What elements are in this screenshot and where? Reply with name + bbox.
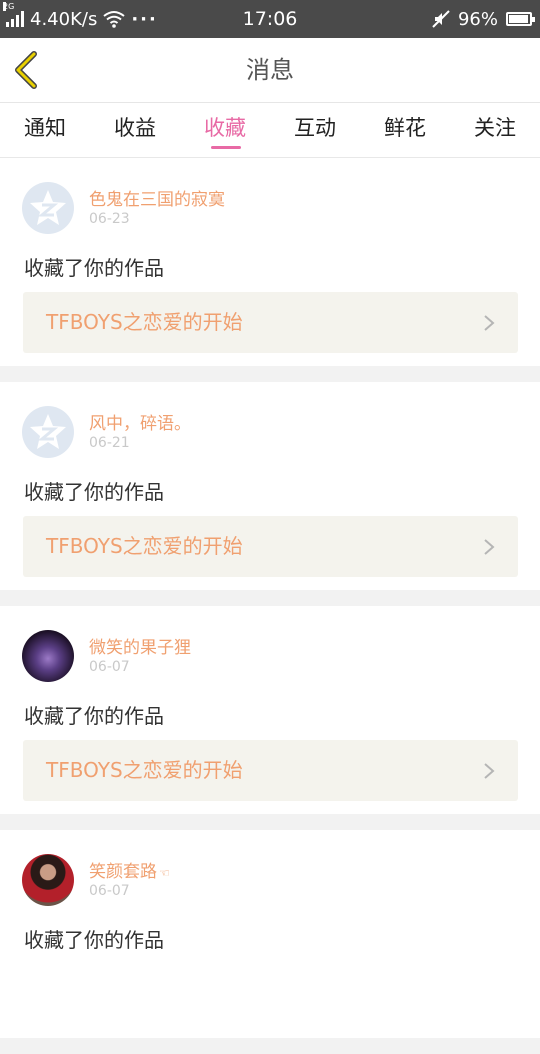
pointing-hand-icon: ☜ [159,866,170,880]
page-title: 消息 [246,56,294,84]
message-text: 收藏了你的作品 [24,256,164,280]
message-card: 微笑的果子狸 06-07 收藏了你的作品 TFBOYS之恋爱的开始 [0,606,540,814]
tab-bar: 通知 收益 收藏 互动 鲜花 关注 [0,103,540,158]
avatar[interactable] [22,630,74,682]
user-name[interactable]: 微笑的果子狸 [89,633,191,658]
message-list: 色鬼在三国的寂寞 06-23 收藏了你的作品 TFBOYS之恋爱的开始 风中，碎… [0,158,540,1054]
message-text: 收藏了你的作品 [24,704,164,728]
message-text: 收藏了你的作品 [24,480,164,504]
chevron-right-icon [484,539,495,555]
tab-follows[interactable]: 关注 [450,103,540,157]
work-title: TFBOYS之恋爱的开始 [46,534,243,558]
tab-label: 关注 [474,116,516,140]
tab-label: 通知 [24,116,66,140]
tab-flowers[interactable]: 鲜花 [360,103,450,157]
work-link[interactable]: TFBOYS之恋爱的开始 [23,740,518,801]
message-card: 色鬼在三国的寂寞 06-23 收藏了你的作品 TFBOYS之恋爱的开始 [0,158,540,366]
tab-favorites[interactable]: 收藏 [180,103,270,157]
user-name[interactable]: 风中，碎语。 [89,409,191,434]
tab-label: 收益 [114,116,156,140]
default-avatar-icon[interactable] [22,182,74,234]
message-date: 06-07 [89,883,130,899]
work-title: TFBOYS之恋爱的开始 [46,310,243,334]
message-date: 06-21 [89,435,130,451]
message-card: 笑颜套路 ☜ 06-07 收藏了你的作品 [0,830,540,1038]
message-date: 06-23 [89,211,130,227]
tab-label: 鲜花 [384,116,426,140]
tab-label: 互动 [294,116,336,140]
tab-label: 收藏 [204,116,246,140]
battery-percent: 96% [457,8,498,30]
message-text: 收藏了你的作品 [24,928,164,952]
header-bar: 消息 [0,38,540,103]
work-link[interactable]: TFBOYS之恋爱的开始 [23,516,518,577]
avatar[interactable] [22,854,74,906]
user-name[interactable]: 笑颜套路 ☜ [89,857,170,882]
user-name[interactable]: 色鬼在三国的寂寞 [89,185,225,210]
tab-interactions[interactable]: 互动 [270,103,360,157]
message-date: 06-07 [89,659,130,675]
work-link[interactable]: TFBOYS之恋爱的开始 [23,292,518,353]
tab-earnings[interactable]: 收益 [90,103,180,157]
mute-icon [432,10,450,28]
battery-icon [506,12,535,26]
default-avatar-icon[interactable] [22,406,74,458]
chevron-right-icon [484,315,495,331]
work-title: TFBOYS之恋爱的开始 [46,758,243,782]
message-card: 风中，碎语。 06-21 收藏了你的作品 TFBOYS之恋爱的开始 [0,382,540,590]
chevron-right-icon [484,763,495,779]
tab-notifications[interactable]: 通知 [0,103,90,157]
status-right: 96% [432,0,535,38]
status-bar: 2G 4.40K/s ··· 17:06 96% [0,0,540,38]
user-name-text: 笑颜套路 [89,862,157,882]
battery-level [509,15,529,23]
active-tab-indicator [211,146,241,149]
